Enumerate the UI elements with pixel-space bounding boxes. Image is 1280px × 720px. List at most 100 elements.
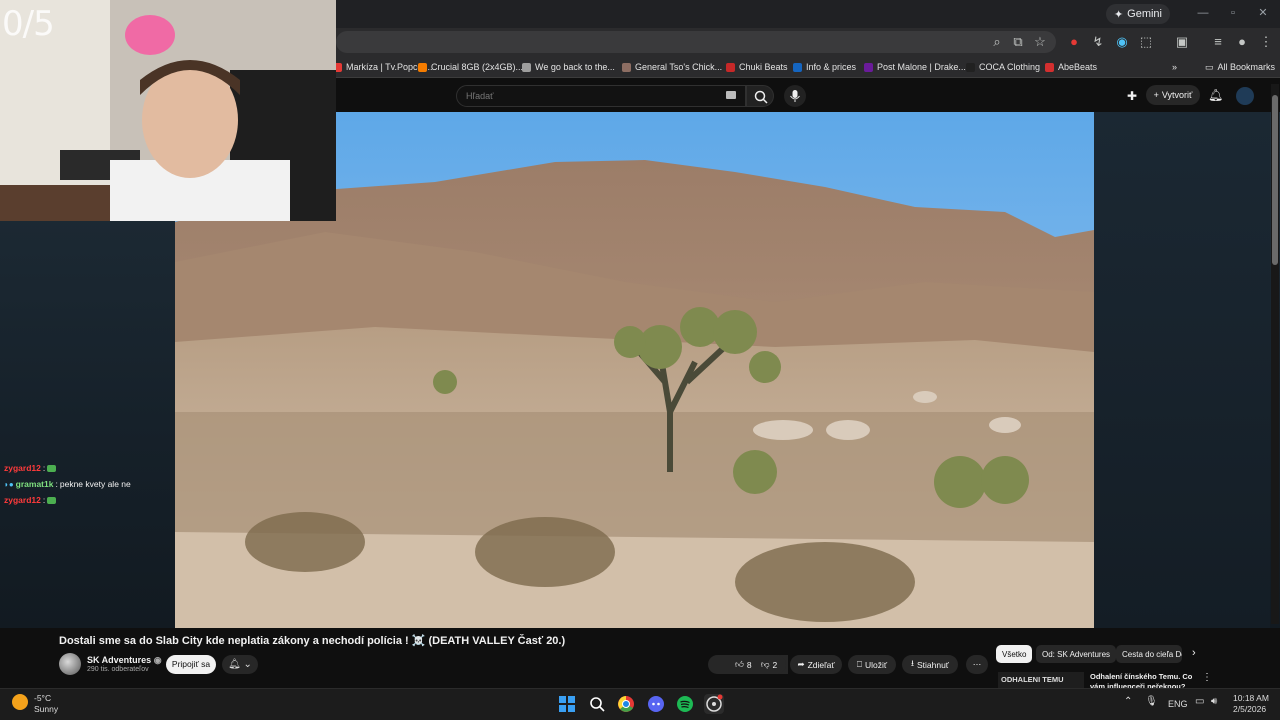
save-button[interactable]: ⎕ Uložiť — [848, 655, 896, 674]
chat-separator: : — [42, 495, 46, 505]
address-bar[interactable] — [336, 31, 1056, 53]
clock-date[interactable]: 2/5/2026 — [1233, 704, 1266, 714]
bookmark-item[interactable]: Post Malone | Drake... — [864, 58, 966, 76]
obs-icon[interactable] — [704, 694, 724, 714]
notifications-icon[interactable]: 🔔︎ — [1208, 88, 1223, 102]
chat-username: zygard12 — [4, 463, 41, 473]
bookmark-label: We go back to the... — [535, 62, 615, 72]
chevron-right-icon[interactable]: › — [1192, 647, 1196, 659]
profile-avatar[interactable]: ● — [1234, 33, 1250, 51]
puzzle-icon[interactable]: ⬚ — [1138, 33, 1154, 51]
search-button[interactable] — [746, 85, 774, 107]
chrome-icon[interactable] — [616, 694, 636, 714]
voice-search-button[interactable] — [784, 85, 806, 107]
taskbar-search-icon[interactable] — [587, 694, 607, 714]
windows-start-icon[interactable] — [557, 694, 577, 714]
plus-icon: + — [1153, 90, 1159, 100]
weather-condition: Sunny — [34, 704, 59, 714]
bookmark-item[interactable]: We go back to the... — [522, 58, 615, 76]
search-icon — [754, 90, 768, 104]
bookmark-label: COCA Clothing — [979, 62, 1041, 72]
download-button[interactable]: ⭳ Stiahnuť — [902, 655, 958, 674]
gemini-button[interactable]: ✦ Gemini — [1105, 4, 1170, 24]
discord-icon[interactable] — [646, 694, 666, 714]
chip-channel[interactable]: Od: SK Adventures — [1036, 645, 1117, 663]
bookmark-favicon-icon — [864, 62, 873, 72]
menu-dots-icon[interactable]: ⋮ — [1258, 33, 1274, 51]
bookmark-label: AbeBeats — [1058, 62, 1098, 72]
share-button[interactable]: ➦ Zdieľať — [790, 655, 842, 674]
chat-message: zygard12: — [4, 463, 57, 473]
bookmark-icon: ⎕ — [856, 659, 862, 669]
weather-icon[interactable] — [12, 694, 28, 710]
microphone-tray-icon[interactable]: 🎙︎ — [1145, 696, 1158, 707]
scrollbar-thumb[interactable] — [1272, 95, 1278, 265]
thumbs-up-icon: 👍︎ — [734, 659, 744, 669]
tray-chevron-up-icon[interactable]: ⌃ — [1124, 696, 1132, 707]
save-label: Uložiť — [865, 659, 888, 670]
bookmark-favicon-icon — [622, 62, 631, 72]
notification-bell-button[interactable]: 🔔︎ ⌄ — [222, 655, 258, 674]
media-icon[interactable]: ≡ — [1210, 33, 1226, 51]
channel-name[interactable]: SK Adventures ◉ — [87, 655, 162, 666]
minimize-icon[interactable]: — — [1196, 6, 1210, 20]
extension-blue-icon[interactable]: ◉ — [1114, 33, 1130, 51]
star-icon[interactable]: ☆ — [1032, 33, 1048, 51]
studio-icon[interactable]: ✚ — [1127, 89, 1137, 103]
tab-search-icon[interactable]: ▣ — [1174, 33, 1190, 51]
clock-time[interactable]: 10:18 AM — [1233, 693, 1269, 703]
close-icon[interactable]: ✕ — [1256, 6, 1270, 20]
suggestion-thumbnail[interactable]: ODHALENI TEMU — [998, 672, 1084, 688]
gemini-label: Gemini — [1127, 8, 1162, 20]
language-indicator[interactable]: ENG — [1168, 699, 1188, 709]
bookmark-item[interactable]: Info & prices — [793, 58, 856, 76]
more-actions-button[interactable]: ⋯ — [966, 655, 988, 674]
spotify-icon[interactable] — [675, 694, 695, 714]
bookmark-label: Chuki Beats — [739, 62, 788, 72]
mic-icon — [790, 90, 800, 102]
chat-emote-icon — [47, 464, 57, 472]
cast-icon[interactable]: ⧉ — [1010, 33, 1026, 51]
bookmark-favicon-icon — [726, 62, 735, 72]
chat-message: zygard12: — [4, 495, 57, 505]
bookmark-item[interactable]: AbeBeats — [1045, 58, 1097, 76]
bookmark-label: General Tso's Chick... — [635, 62, 723, 72]
dislike-button[interactable]: 👎︎ 2 — [752, 655, 786, 674]
chip-related[interactable]: Cesta do cieľa Do — [1116, 645, 1182, 663]
create-label: Vytvoriť — [1161, 90, 1193, 100]
bookmark-item[interactable]: Crucial 8GB (2x4GB)... — [418, 58, 523, 76]
thumbs-down-icon: 👎︎ — [760, 659, 770, 669]
channel-avatar[interactable] — [59, 653, 81, 675]
share-label: Zdieľať — [807, 659, 835, 670]
bookmark-item[interactable]: COCA Clothing — [966, 58, 1040, 76]
more-dots-icon: ⋯ — [972, 659, 982, 669]
all-bookmarks[interactable]: ▭ All Bookmarks — [1205, 58, 1275, 76]
network-icon[interactable]: ▭ — [1195, 696, 1204, 707]
volume-icon[interactable]: 🔊︎ — [1211, 696, 1217, 707]
maximize-icon[interactable]: ▫ — [1226, 6, 1240, 20]
subscribe-button[interactable]: Pripojiť sa — [166, 655, 216, 674]
create-button[interactable]: + Vytvoriť — [1146, 85, 1200, 105]
bookmarks-overflow-icon[interactable]: » — [1172, 58, 1177, 76]
account-avatar[interactable] — [1236, 87, 1254, 105]
chat-message: ◗● gramat1k: pekne kvety ale ne — [4, 479, 131, 489]
bell-icon: 🔔︎ — [228, 659, 241, 670]
suggestion-title[interactable]: Odhalení čínského Temu. Co vám influence… — [1090, 672, 1194, 688]
chevron-down-icon: ⌄ — [243, 659, 252, 670]
keyboard-icon[interactable] — [726, 91, 736, 99]
zoom-icon[interactable]: ⌕ — [989, 33, 1005, 51]
chat-username: zygard12 — [4, 495, 41, 505]
chip-all[interactable]: Všetko — [996, 645, 1033, 663]
bookmark-label: Info & prices — [806, 62, 857, 72]
search-input[interactable]: Hľadať — [456, 85, 746, 107]
bookmark-item[interactable]: Chuki Beats — [726, 58, 788, 76]
channel-name-label: SK Adventures — [87, 655, 152, 665]
extension-icon[interactable]: ↯ — [1090, 33, 1106, 51]
extension-red-icon[interactable]: ● — [1066, 33, 1082, 51]
chat-username: gramat1k — [15, 479, 54, 489]
weather-temperature: -5°C — [34, 693, 52, 703]
bookmark-item[interactable]: General Tso's Chick... — [622, 58, 722, 76]
chat-emote-icon — [47, 496, 57, 504]
bookmark-favicon-icon — [522, 62, 531, 72]
suggestion-menu-icon[interactable]: ⋮ — [1202, 672, 1212, 683]
